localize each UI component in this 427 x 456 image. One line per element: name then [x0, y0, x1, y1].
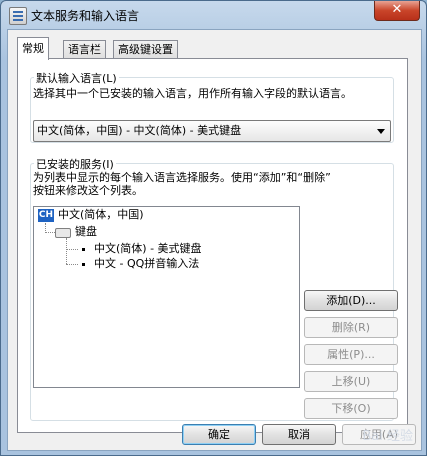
keyboard-icon	[55, 228, 71, 238]
installed-services-label: 已安装的服务(I)	[34, 156, 116, 172]
installed-services-description-1: 为列表中显示的每个输入语言选择服务。使用“添加”和“删除”	[33, 171, 331, 184]
watermark: Bai 经验	[362, 429, 413, 444]
title-bar[interactable]: 文本服务和输入语言 ✕	[1, 1, 426, 29]
tree-connector	[45, 232, 55, 233]
services-tree[interactable]: CH 中文(简体，中国) 键盘 中文(简体) - 美式键盘 中文 - QQ拼音输…	[33, 206, 300, 388]
move-up-button[interactable]: 上移(U)	[304, 371, 398, 392]
tree-node-keyboard[interactable]: 键盘	[75, 225, 97, 239]
default-language-select[interactable]: 中文(简体，中国) - 中文(简体) - 美式键盘	[33, 120, 391, 142]
dialog-window: 文本服务和输入语言 ✕ 常规 语言栏 高级键设置 默认输入语言(L) 选择其中一…	[0, 0, 427, 456]
move-down-button[interactable]: 下移(O)	[304, 398, 398, 419]
text-services-icon	[9, 7, 27, 25]
chevron-down-icon	[377, 129, 385, 134]
ok-button[interactable]: 确定	[182, 424, 256, 445]
close-button[interactable]: ✕	[374, 1, 420, 21]
default-language-description: 选择其中一个已安装的输入语言，用作所有输入字段的默认语言。	[33, 87, 352, 100]
add-button[interactable]: 添加(D)...	[304, 290, 398, 311]
tree-node-language[interactable]: 中文(简体，中国)	[58, 208, 144, 222]
tab-general[interactable]: 常规	[17, 37, 49, 60]
cancel-button[interactable]: 取消	[262, 424, 336, 445]
language-badge-icon: CH	[38, 209, 54, 222]
installed-services-description-2: 按钮来修改这个列表。	[33, 184, 143, 197]
tab-language-bar[interactable]: 语言栏	[63, 40, 106, 59]
default-language-label: 默认输入语言(L)	[34, 70, 119, 86]
dialog-client-area: 常规 语言栏 高级键设置 默认输入语言(L) 选择其中一个已安装的输入语言，用作…	[7, 29, 422, 451]
properties-button[interactable]: 属性(P)...	[304, 344, 398, 365]
bullet-icon	[82, 248, 85, 251]
tree-node-keyboard-layout[interactable]: 中文(简体) - 美式键盘	[94, 242, 202, 256]
tab-advanced-key-settings[interactable]: 高级键设置	[113, 40, 178, 59]
bullet-icon	[82, 263, 85, 266]
default-language-value: 中文(简体，中国) - 中文(简体) - 美式键盘	[37, 124, 242, 137]
remove-button[interactable]: 删除(R)	[304, 317, 398, 338]
close-icon: ✕	[391, 2, 403, 17]
tree-connector	[66, 238, 67, 264]
window-title: 文本服务和输入语言	[31, 9, 140, 23]
tree-connector	[66, 249, 78, 250]
tree-node-ime[interactable]: 中文 - QQ拼音输入法	[94, 257, 199, 271]
general-tab-panel: 默认输入语言(L) 选择其中一个已安装的输入语言，用作所有输入字段的默认语言。 …	[17, 58, 408, 433]
tree-connector	[66, 264, 78, 265]
